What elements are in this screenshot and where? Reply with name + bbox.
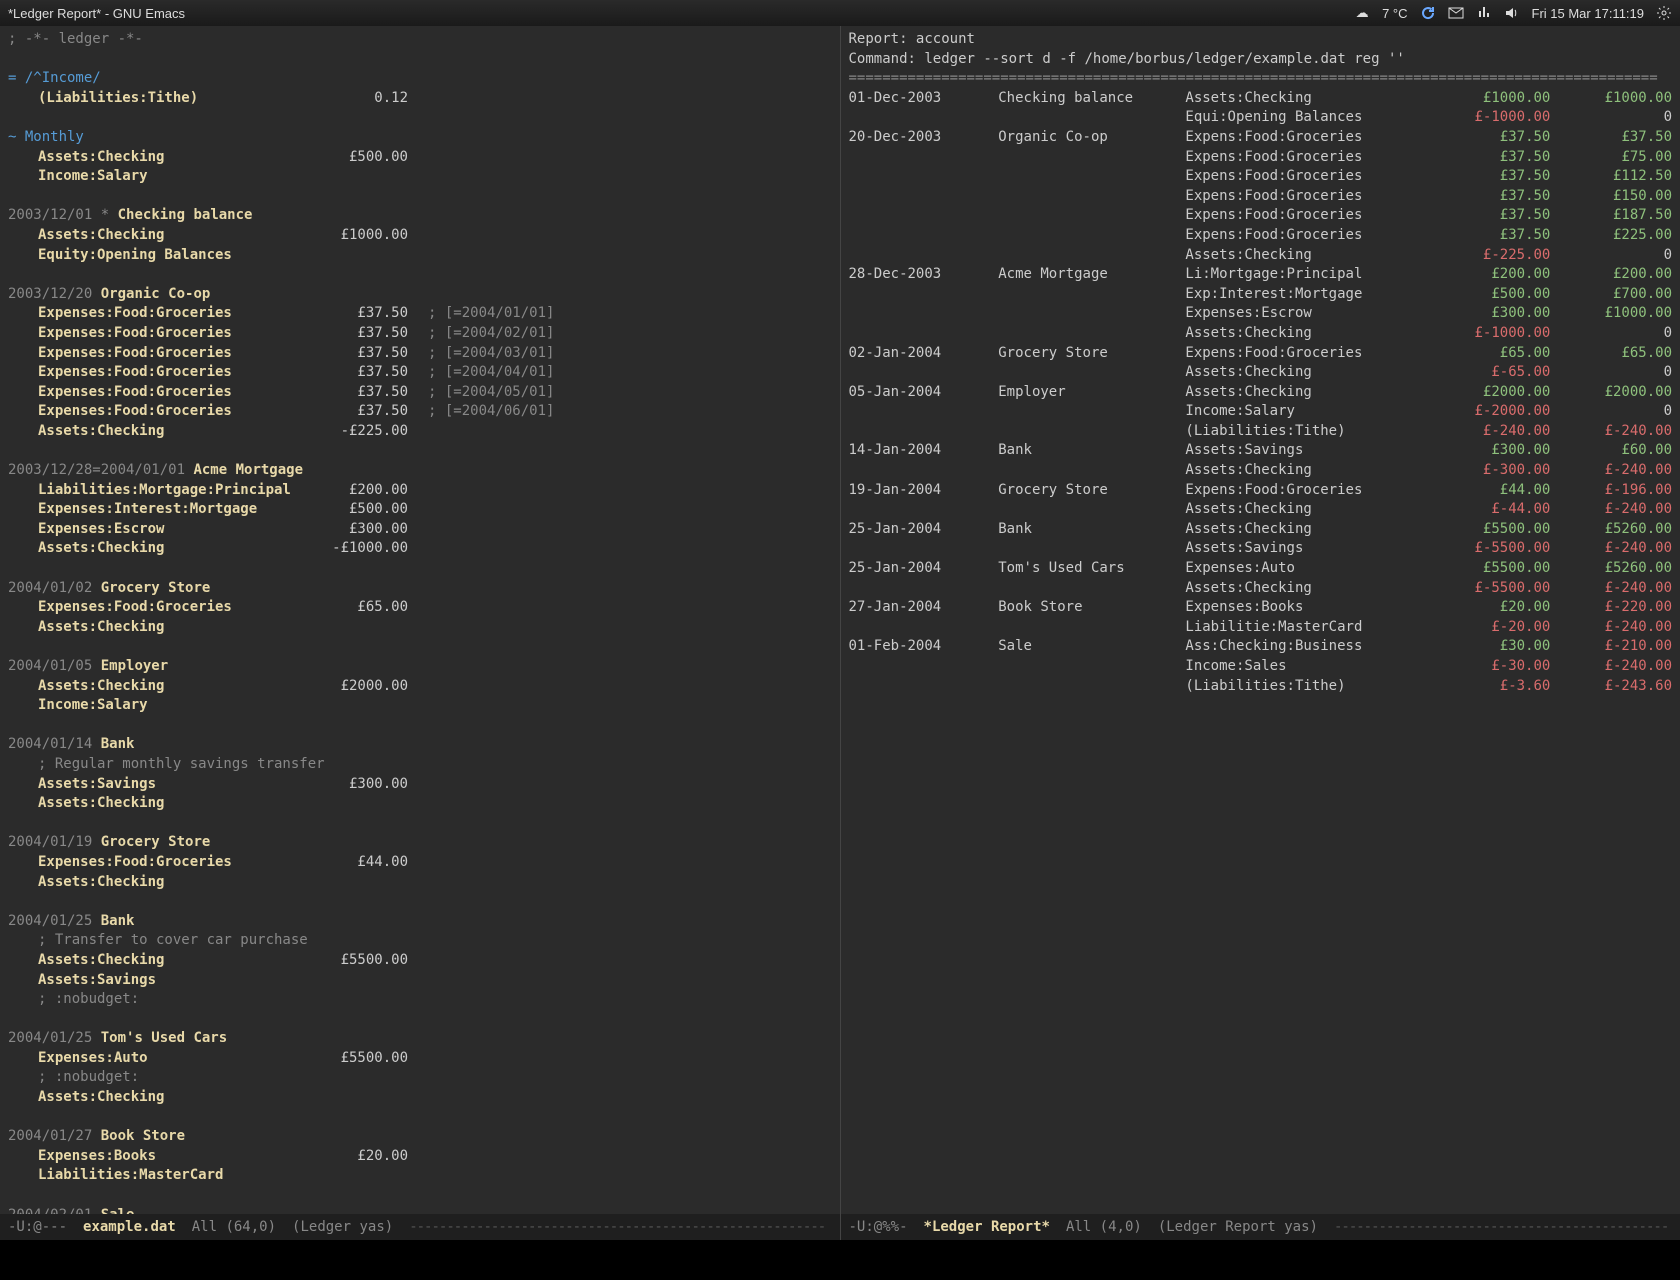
minibuffer[interactable] [0,1240,1680,1280]
settings-icon[interactable] [1656,5,1672,21]
modeline-fill: ----------------------------------------… [1334,1214,1672,1240]
left-pane[interactable]: ; -*- ledger -*- = /^Income/ (Liabilitie… [0,26,841,1240]
window-title: *Ledger Report* - GNU Emacs [8,6,185,21]
modeline-flags: -U:@--- [8,1219,67,1235]
modeline-mode: (Ledger yas) [292,1219,393,1235]
ledger-report[interactable]: Report: account Command: ledger --sort d… [841,26,1680,700]
left-modeline: -U:@--- example.dat All (64,0) (Ledger y… [0,1214,840,1240]
modeline-fill: ----------------------------------------… [409,1214,831,1240]
right-pane[interactable]: Report: account Command: ledger --sort d… [841,26,1680,1240]
volume-icon[interactable] [1504,5,1520,21]
top-panel: *Ledger Report* - GNU Emacs ☁ 7 °C Fri 1… [0,0,1680,26]
editor-area: ; -*- ledger -*- = /^Income/ (Liabilitie… [0,26,1680,1240]
buffer-name: *Ledger Report* [924,1219,1050,1235]
modeline-pos: All (64,0) [192,1219,276,1235]
modeline-pos: All (4,0) [1066,1219,1142,1235]
right-modeline: -U:@%%- *Ledger Report* All (4,0) (Ledge… [841,1214,1680,1240]
ledger-source[interactable]: ; -*- ledger -*- = /^Income/ (Liabilitie… [0,26,840,1240]
mail-icon[interactable] [1448,5,1464,21]
modeline-flags: -U:@%%- [849,1219,908,1235]
refresh-icon[interactable] [1420,5,1436,21]
network-icon[interactable] [1476,5,1492,21]
system-tray: ☁ 7 °C Fri 15 Mar 17:11:19 [1354,5,1672,21]
clock: Fri 15 Mar 17:11:19 [1532,6,1644,21]
modeline-mode: (Ledger Report yas) [1158,1219,1318,1235]
weather-icon: ☁ [1354,5,1370,21]
buffer-name: example.dat [83,1219,176,1235]
weather-temp: 7 °C [1382,6,1407,21]
